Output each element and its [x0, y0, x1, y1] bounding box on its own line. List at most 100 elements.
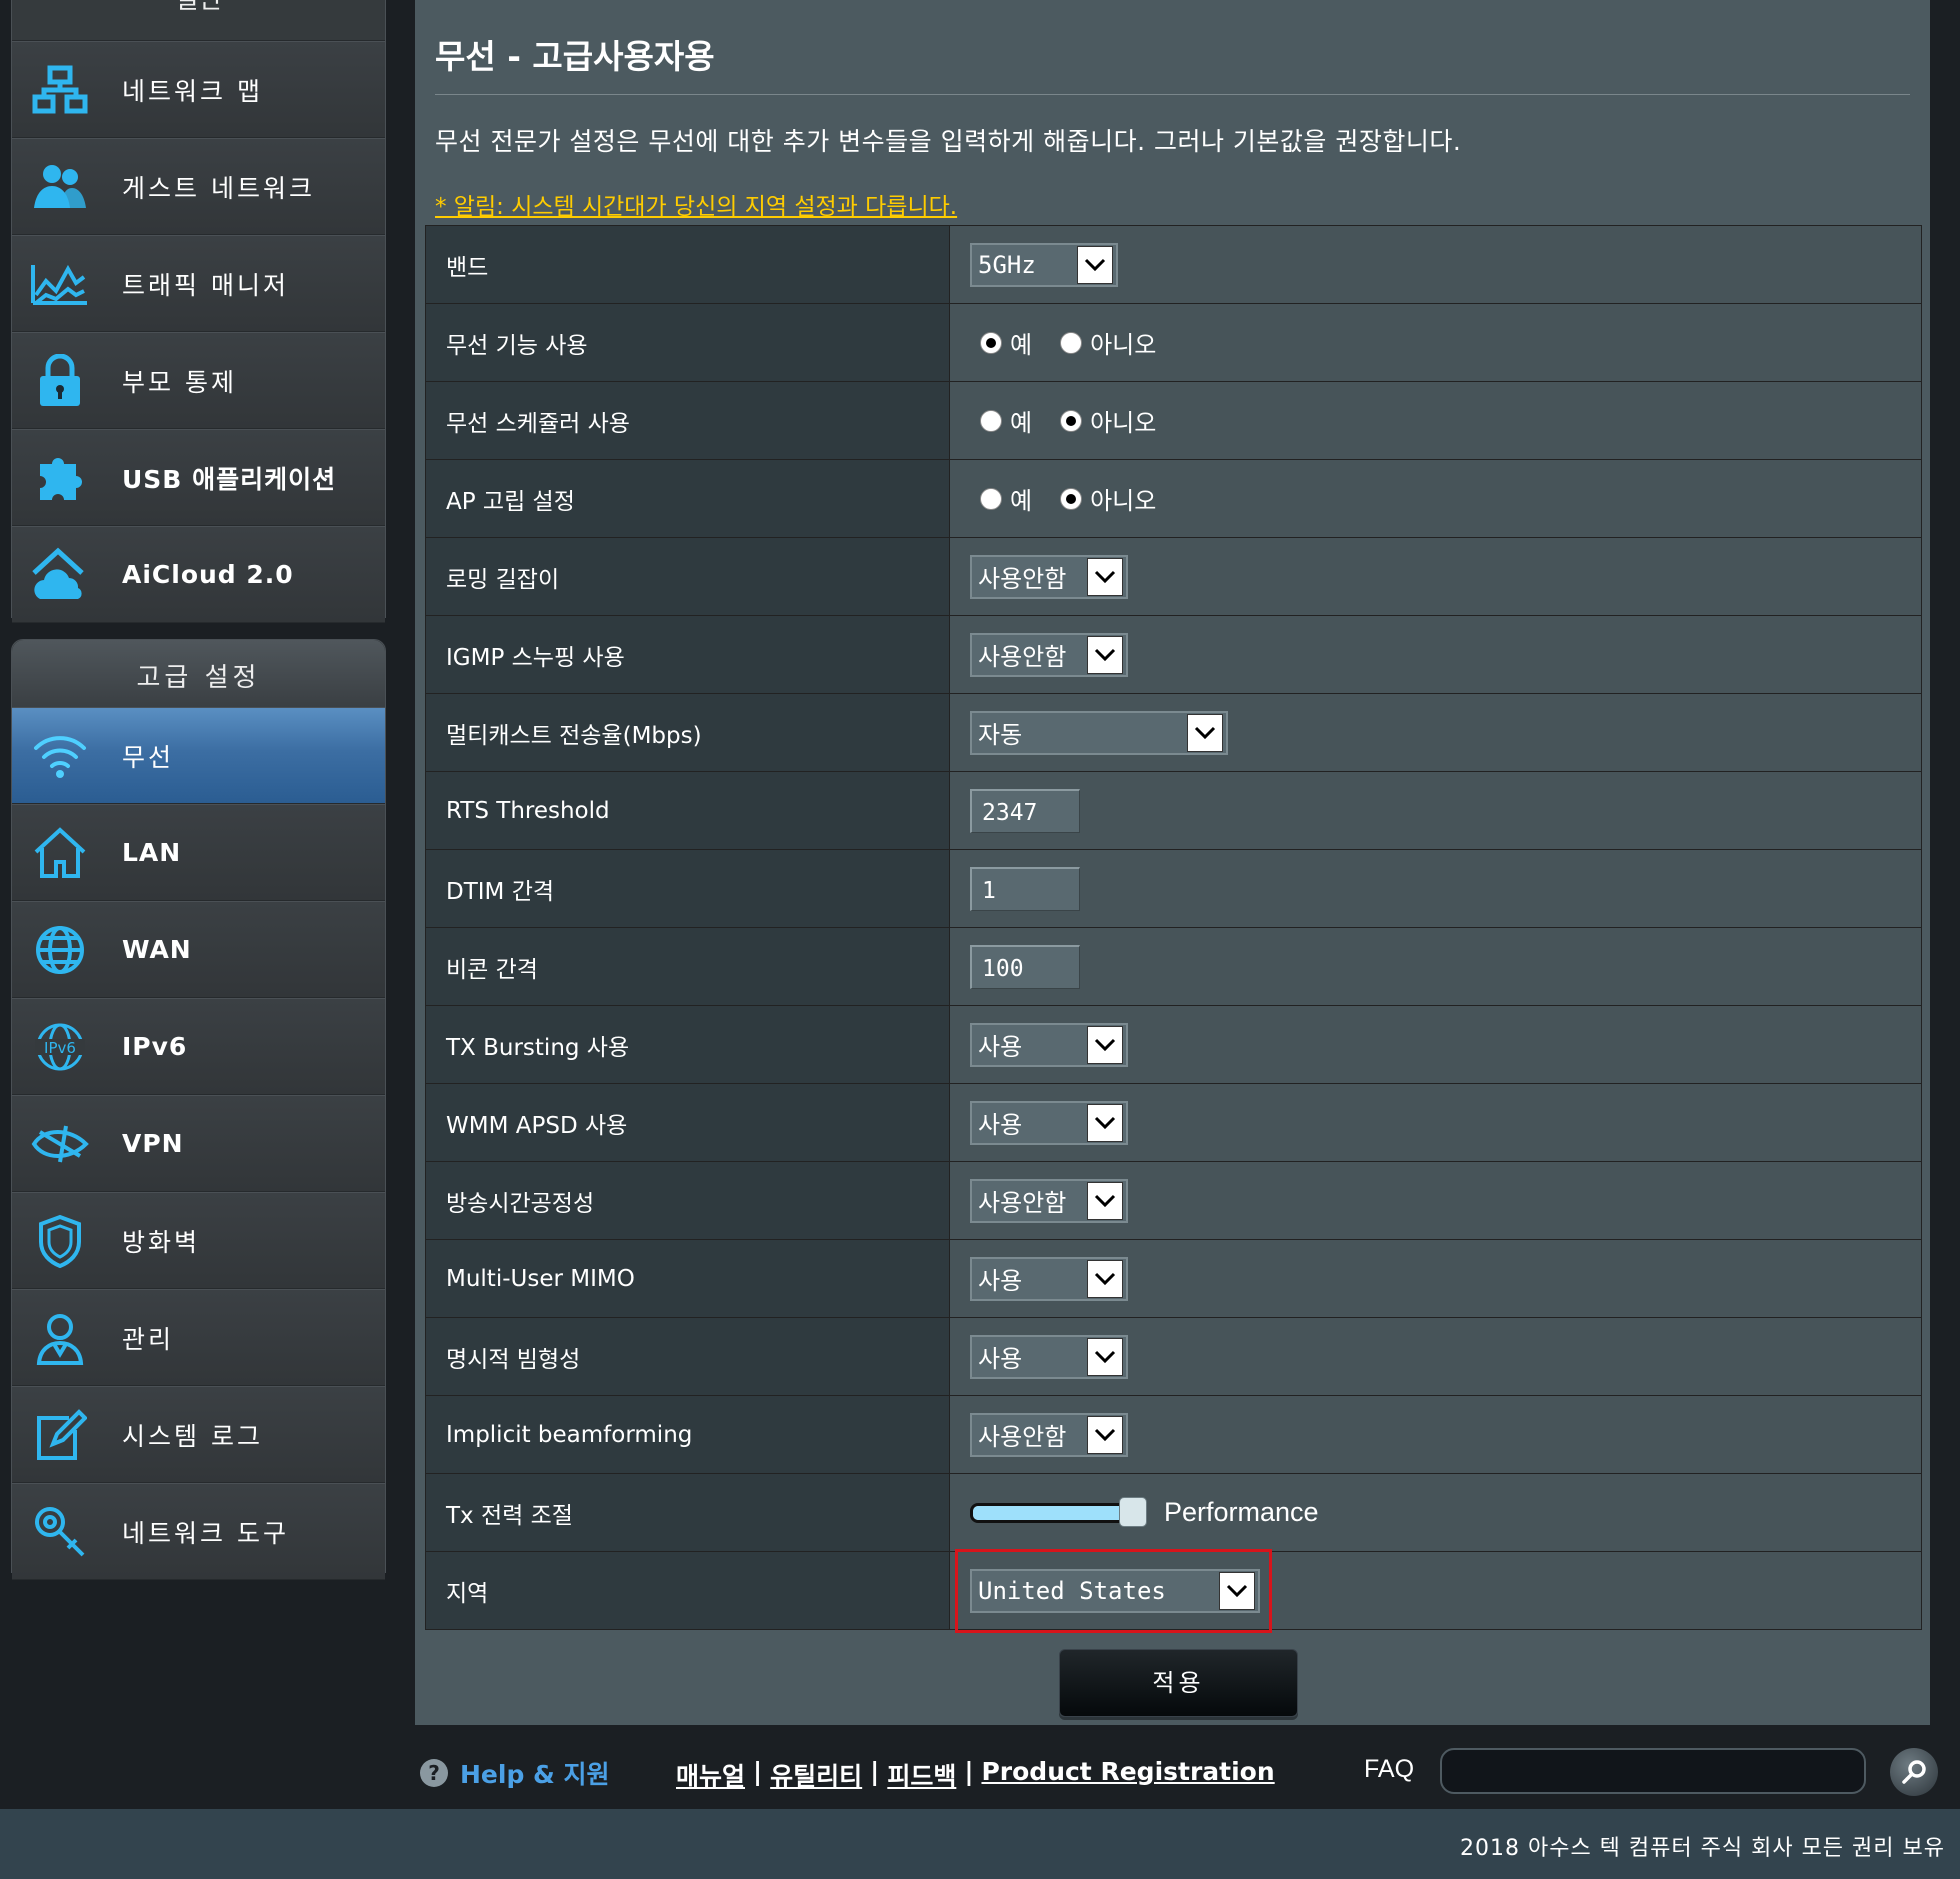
chevron-down-icon	[1087, 557, 1123, 596]
chevron-down-icon	[1087, 1259, 1123, 1298]
multicast-label: 멀티캐스트 전송율(Mbps)	[425, 693, 950, 772]
main-panel: 무선 - 고급사용자용 무선 전문가 설정은 무선에 대한 추가 변수들을 입력…	[415, 0, 1930, 1725]
beacon-input[interactable]: 100	[970, 944, 1080, 989]
feedback-link[interactable]: 피드백	[887, 1757, 956, 1793]
copyright-text: 2018 아수스 텍 컴퓨터 주식 회사 모든 권리 보유	[1459, 1836, 1945, 1861]
row-ap-isolate: AP 고립 설정 예 아니오	[425, 459, 1922, 538]
sidebar-item-usb-application[interactable]: USB 애플리케이션	[12, 429, 385, 526]
page-description: 무선 전문가 설정은 무선에 대한 추가 변수들을 입력하게 해줍니다. 그러나…	[435, 127, 1462, 156]
rts-input[interactable]: 2347	[970, 788, 1080, 833]
roaming-label: 로밍 길잡이	[425, 537, 950, 616]
sidebar-item-system-log[interactable]: 시스템 로그	[12, 1386, 385, 1483]
network-tools-icon	[28, 1500, 92, 1564]
sidebar-item-parental-control[interactable]: 부모 통제	[12, 332, 385, 429]
wmm-apsd-select[interactable]: 사용	[970, 1100, 1128, 1145]
sidebar-item-label: 네트워크 도구	[122, 1518, 289, 1548]
tx-bursting-select-value: 사용	[978, 1033, 1023, 1061]
search-icon	[1902, 1760, 1926, 1784]
help-support-link[interactable]: ? Help & 지원	[420, 1755, 610, 1791]
scheduler-yes[interactable]	[980, 409, 1002, 432]
sidebar-item-label: VPN	[122, 1129, 184, 1158]
band-select[interactable]: 5GHz	[970, 242, 1118, 287]
rts-label: RTS Threshold	[425, 771, 950, 850]
row-explicit-beamforming: 명시적 빔형성 사용	[425, 1317, 1922, 1396]
footer-links: 매뉴얼 | 유틸리티 | 피드백 | Product Registration	[676, 1757, 1275, 1793]
airtime-select-value: 사용안함	[978, 1189, 1067, 1217]
roaming-select-value: 사용안함	[978, 565, 1067, 593]
sidebar-item-network-map[interactable]: 네트워크 맵	[12, 41, 385, 138]
sidebar-item-ipv6[interactable]: IPv6 IPv6	[12, 998, 385, 1095]
row-beacon: 비콘 간격 100	[425, 927, 1922, 1006]
chevron-down-icon	[1087, 1103, 1123, 1142]
chevron-down-icon	[1087, 1025, 1123, 1064]
system-log-icon	[28, 1403, 92, 1467]
ap-isolate-label: AP 고립 설정	[425, 459, 950, 538]
ap-isolate-no[interactable]	[1060, 487, 1083, 510]
implicit-bf-select-value: 사용안함	[978, 1423, 1067, 1451]
mu-mimo-select[interactable]: 사용	[970, 1256, 1128, 1301]
dtim-label: DTIM 간격	[425, 849, 950, 928]
row-tx-bursting: TX Bursting 사용 사용	[425, 1005, 1922, 1084]
chevron-down-icon	[1087, 1415, 1123, 1454]
igmp-label: IGMP 스누핑 사용	[425, 615, 950, 694]
multicast-select[interactable]: 자동	[970, 710, 1228, 755]
sidebar-item-firewall[interactable]: 방화벽	[12, 1192, 385, 1289]
radio-no-label: 아니오	[1090, 487, 1157, 515]
sidebar-item-wireless[interactable]: 무선	[12, 707, 385, 804]
explicit-bf-select[interactable]: 사용	[970, 1334, 1128, 1379]
explicit-bf-label: 명시적 빔형성	[425, 1317, 950, 1396]
faq-search-button[interactable]	[1890, 1748, 1938, 1796]
region-label: 지역	[425, 1551, 950, 1630]
sidebar-item-network-tools[interactable]: 네트워크 도구	[12, 1483, 385, 1580]
usb-puzzle-icon	[28, 446, 92, 510]
chevron-down-icon	[1087, 635, 1123, 674]
ap-isolate-yes[interactable]	[980, 487, 1002, 510]
implicit-bf-label: Implicit beamforming	[425, 1395, 950, 1474]
parental-control-lock-icon	[28, 349, 92, 413]
sidebar-item-administration[interactable]: 관리	[12, 1289, 385, 1386]
help-label: Help & 지원	[460, 1760, 610, 1789]
sidebar-item-label: AiCloud 2.0	[122, 560, 294, 589]
sidebar-item-vpn[interactable]: VPN	[12, 1095, 385, 1192]
scheduler-no[interactable]	[1060, 409, 1083, 432]
mu-mimo-select-value: 사용	[978, 1267, 1023, 1295]
tx-power-slider[interactable]	[970, 1496, 1147, 1527]
row-scheduler: 무선 스케쥴러 사용 예 아니오	[425, 381, 1922, 460]
firewall-shield-icon	[28, 1209, 92, 1273]
sidebar-item-traffic-manager[interactable]: 트래픽 매니저	[12, 235, 385, 332]
globe-icon	[28, 918, 92, 982]
product-registration-link[interactable]: Product Registration	[981, 1757, 1274, 1793]
vpn-icon	[28, 1112, 92, 1176]
igmp-select[interactable]: 사용안함	[970, 632, 1128, 677]
timezone-notice-link[interactable]: * 알림: 시스템 시간대가 당신의 지역 설정과 다릅니다.	[435, 187, 957, 221]
sidebar-item-wan[interactable]: WAN	[12, 901, 385, 998]
row-igmp: IGMP 스누핑 사용 사용안함	[425, 615, 1922, 694]
tx-power-slider-handle[interactable]	[1119, 1496, 1147, 1527]
tx-bursting-select[interactable]: 사용	[970, 1022, 1128, 1067]
wmm-apsd-label: WMM APSD 사용	[425, 1083, 950, 1162]
implicit-bf-select[interactable]: 사용안함	[970, 1412, 1128, 1457]
ipv6-icon: IPv6	[28, 1015, 92, 1079]
apply-button[interactable]: 적용	[1059, 1649, 1298, 1717]
sidebar-item-aicloud[interactable]: AiCloud 2.0	[12, 526, 385, 623]
wireless-icon	[28, 724, 92, 788]
radio-enable-no[interactable]	[1060, 331, 1083, 354]
sidebar-advanced-section: 고급 설정 무선 LAN WAN IPv6 IPv6 VPN 방화벽 관리 시스…	[11, 639, 386, 1580]
manual-link[interactable]: 매뉴얼	[676, 1757, 745, 1793]
dtim-input[interactable]: 1	[970, 866, 1080, 911]
utility-link[interactable]: 유틸리티	[770, 1757, 862, 1793]
roaming-select[interactable]: 사용안함	[970, 554, 1128, 599]
sidebar-item-label: 부모 통제	[122, 367, 237, 397]
airtime-select[interactable]: 사용안함	[970, 1178, 1128, 1223]
sidebar-item-guest-network[interactable]: 게스트 네트워크	[12, 138, 385, 235]
row-band: 밴드 5GHz	[425, 225, 1922, 304]
radio-enable-yes[interactable]	[980, 331, 1002, 354]
radio-no-label: 아니오	[1090, 409, 1157, 437]
sidebar-item-label: IPv6	[122, 1032, 188, 1061]
faq-search-input[interactable]	[1440, 1748, 1866, 1794]
home-icon	[28, 821, 92, 885]
sidebar-item-lan[interactable]: LAN	[12, 804, 385, 901]
sidebar-item-label: 방화벽	[122, 1227, 201, 1257]
row-rts: RTS Threshold 2347	[425, 771, 1922, 850]
sidebar-item-label: 게스트 네트워크	[122, 173, 315, 203]
